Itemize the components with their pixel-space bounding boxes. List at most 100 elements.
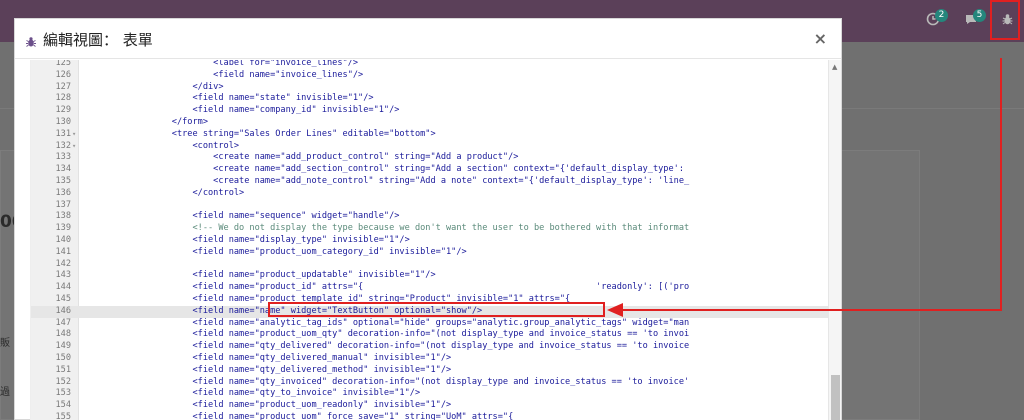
code-text: <field name="product_uom_readonly" invis… (89, 400, 452, 411)
line-number: 145 (55, 293, 71, 304)
line-number: 154 (55, 400, 71, 411)
highlight-box-code-line (268, 302, 605, 317)
line-number: 133 (55, 152, 71, 163)
line-number: 144 (55, 282, 71, 293)
line-number: 151 (55, 364, 71, 375)
code-line[interactable]: 129 <field name="company_id" invisible="… (31, 105, 828, 117)
code-line[interactable]: 141 <field name="product_uom_category_id… (31, 247, 828, 259)
code-line[interactable]: 140 <field name="display_type" invisible… (31, 235, 828, 247)
code-text: <field name="company_id" invisible="1"/> (89, 105, 400, 116)
code-line[interactable]: 152 <field name="qty_invoiced" decoratio… (31, 377, 828, 389)
code-text: <create name="add_note_control" string="… (89, 175, 690, 186)
line-number: 134 (55, 164, 71, 175)
code-text: <control> (89, 140, 240, 151)
code-line[interactable]: 147 <field name="analytic_tag_ids" optio… (31, 318, 828, 330)
code-text: <field name="state" invisible="1"/> (89, 93, 374, 104)
background-text-fragment: 販 (0, 338, 10, 349)
code-text: </control> (89, 187, 245, 198)
line-number: 132 (55, 140, 71, 151)
scrollbar-thumb[interactable] (831, 375, 840, 420)
code-line[interactable]: 130 </form> (31, 117, 828, 129)
line-number: 140 (55, 234, 71, 245)
line-number: 139 (55, 223, 71, 234)
code-line[interactable]: 126 <field name="invoice_lines"/> (31, 70, 828, 82)
code-text: <field name="qty_delivered" decoration-i… (89, 341, 690, 352)
code-text: <tree string="Sales Order Lines" editabl… (89, 128, 436, 139)
line-number: 143 (55, 270, 71, 281)
annotation-arrowhead-icon (607, 303, 623, 317)
code-text: <field name="qty_to_invoice" invisible="… (89, 388, 421, 399)
code-line[interactable]: 125 <label for="invoice_lines"/> (31, 60, 828, 70)
annotation-connector-horizontal (622, 309, 1002, 311)
code-text: <field name="analytic_tag_ids" optional=… (89, 317, 690, 328)
close-icon[interactable]: × (814, 29, 827, 48)
code-line[interactable]: 143 <field name="product_updatable" invi… (31, 270, 828, 282)
code-line[interactable]: 128 <field name="state" invisible="1"/> (31, 93, 828, 105)
code-line[interactable]: 155 <field name="product_uom" force_save… (31, 412, 828, 420)
background-text-fragment: 過 (0, 387, 10, 398)
code-line[interactable]: 136 </control> (31, 188, 828, 200)
code-text: <create name="add_product_control" strin… (89, 152, 519, 163)
line-number: 128 (55, 93, 71, 104)
line-number: 142 (55, 258, 71, 269)
code-line[interactable]: 150 <field name="qty_delivered_manual" i… (31, 353, 828, 365)
activity-badge: 2 (935, 9, 948, 22)
line-number: 141 (55, 246, 71, 257)
code-text: <field name="qty_delivered_method" invis… (89, 364, 452, 375)
line-number: 152 (55, 376, 71, 387)
code-line[interactable]: 127 </div> (31, 82, 828, 94)
dialog-header: 編輯視圖： 表單 × (15, 19, 841, 59)
bug-icon (25, 33, 37, 47)
code-text: </form> (89, 116, 208, 127)
code-text: <label for="invoice_lines"/> (89, 60, 359, 68)
code-line[interactable]: 144 <field name="product_id" attrs="{ 'r… (31, 282, 828, 294)
code-text: <field name="invoice_lines"/> (89, 69, 364, 80)
code-line[interactable]: 133 <create name="add_product_control" s… (31, 152, 828, 164)
code-line[interactable]: 134 <create name="add_section_control" s… (31, 164, 828, 176)
line-number: 146 (55, 305, 71, 316)
code-line[interactable]: 142 (31, 259, 828, 271)
code-text: <field name="product_uom_qty" decoration… (89, 329, 690, 340)
line-number: 138 (55, 211, 71, 222)
editor-scrollbar[interactable]: ▲ (828, 60, 841, 420)
line-number: 150 (55, 352, 71, 363)
code-line[interactable]: 149 <field name="qty_delivered" decorati… (31, 341, 828, 353)
code-line[interactable]: 154 <field name="product_uom_readonly" i… (31, 400, 828, 412)
fold-toggle-icon[interactable]: ▾ (72, 129, 76, 141)
code-line[interactable]: 139 <!-- We do not display the type beca… (31, 223, 828, 235)
highlight-box-topbar-icon (990, 0, 1020, 40)
line-number: 148 (55, 329, 71, 340)
code-line[interactable]: 137 (31, 200, 828, 212)
line-number: 149 (55, 341, 71, 352)
code-text: <field name="sequence" widget="handle"/> (89, 211, 400, 222)
line-number: 125 (55, 60, 71, 68)
code-text: <field name="product_id" attrs="{ 'reado… (89, 282, 690, 293)
code-text: <field name="qty_invoiced" decoration-in… (89, 376, 690, 387)
annotation-connector-vertical (1000, 58, 1002, 310)
code-line[interactable]: 135 <create name="add_note_control" stri… (31, 176, 828, 188)
line-number: 127 (55, 81, 71, 92)
code-text: <field name="product_uom_category_id" in… (89, 246, 467, 257)
code-line[interactable]: 148 <field name="product_uom_qty" decora… (31, 329, 828, 341)
code-text: <field name="qty_delivered_manual" invis… (89, 352, 452, 363)
code-text: <field name="product_uom" force_save="1"… (89, 411, 514, 420)
line-number: 131 (55, 128, 71, 139)
line-number: 137 (55, 199, 71, 210)
line-number: 147 (55, 317, 71, 328)
code-lines: 125 <label for="invoice_lines"/> 126 <fie… (31, 60, 828, 420)
code-text: <!-- We do not display the type because … (89, 223, 690, 234)
code-text: <field name="display_type" invisible="1"… (89, 234, 410, 245)
code-text: <create name="add_section_control" strin… (89, 164, 684, 175)
code-text: </div> (89, 81, 224, 92)
code-line[interactable]: 131 ▾ <tree string="Sales Order Lines" ed… (31, 129, 828, 141)
scroll-up-icon[interactable]: ▲ (832, 63, 837, 71)
edit-view-dialog: 編輯視圖： 表單 × 125 <label for="invoice_lines… (14, 18, 842, 420)
fold-toggle-icon[interactable]: ▾ (72, 141, 76, 153)
code-line[interactable]: 138 <field name="sequence" widget="handl… (31, 211, 828, 223)
code-line[interactable]: 151 <field name="qty_delivered_method" i… (31, 365, 828, 377)
code-line[interactable]: 153 <field name="qty_to_invoice" invisib… (31, 388, 828, 400)
code-text: <field name="product_updatable" invisibl… (89, 270, 436, 281)
xml-code-editor[interactable]: 125 <label for="invoice_lines"/> 126 <fie… (30, 60, 828, 420)
line-number: 129 (55, 105, 71, 116)
code-line[interactable]: 132 ▾ <control> (31, 141, 828, 153)
